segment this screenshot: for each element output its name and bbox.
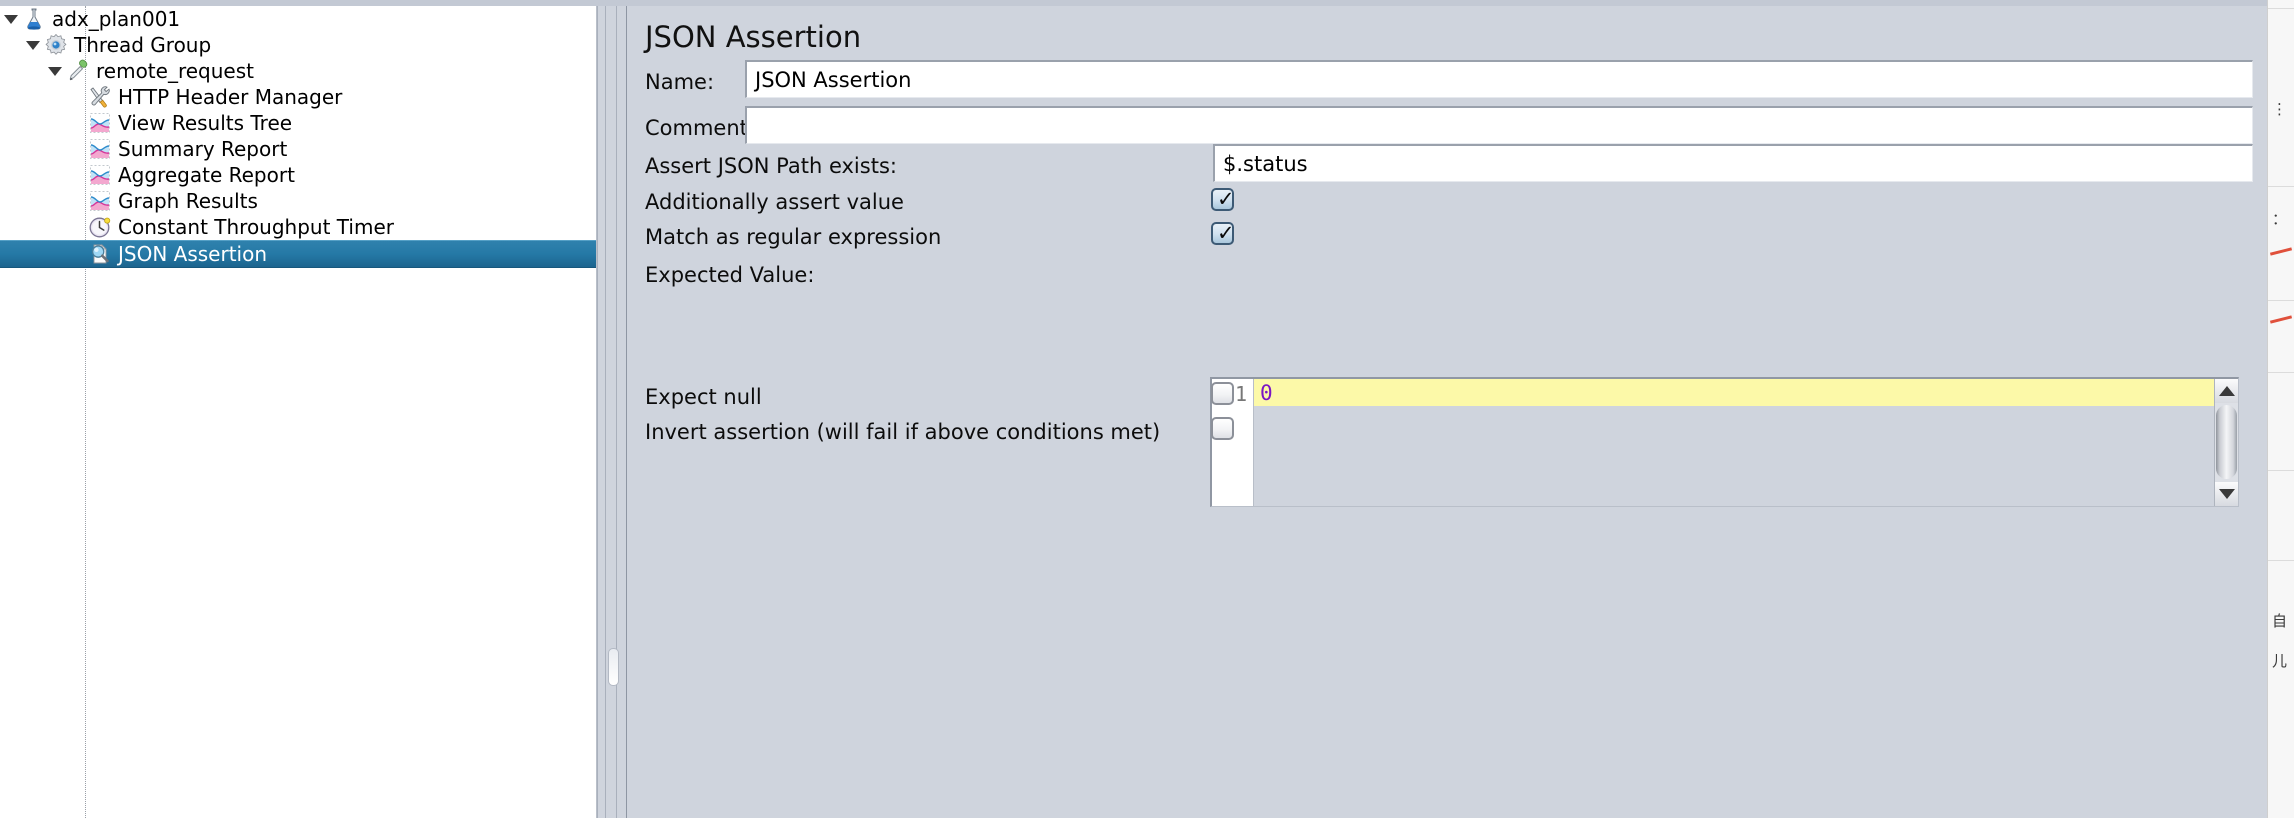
tree-node[interactable]: remote_request <box>0 58 596 84</box>
tree-node-label: HTTP Header Manager <box>118 85 343 109</box>
chart-icon <box>88 137 112 161</box>
tree-node[interactable]: adx_plan001 <box>0 6 596 32</box>
check-mark-icon: ✓ <box>1217 187 1235 211</box>
expect-null-label: Expect null <box>645 385 762 409</box>
assertion-editor-panel: JSON Assertion Name: JSON Assertion Comm… <box>626 6 2267 818</box>
tree-node-label: Thread Group <box>74 33 212 57</box>
tree-node-label: remote_request <box>96 59 254 83</box>
tree-node[interactable]: Graph Results <box>0 188 596 214</box>
json-path-input[interactable]: $.status <box>1213 144 2253 182</box>
tree-node-label: Constant Throughput Timer <box>118 215 394 239</box>
tree-node[interactable]: Aggregate Report <box>0 162 596 188</box>
flask-icon <box>22 7 46 31</box>
gear-icon <box>44 33 68 57</box>
magnifier-icon <box>88 242 112 266</box>
tree-node-label: Aggregate Report <box>118 163 295 187</box>
tree-node-label: Graph Results <box>118 189 258 213</box>
tree-node[interactable]: Thread Group <box>0 32 596 58</box>
pipette-icon <box>66 59 90 83</box>
chart-icon <box>88 189 112 213</box>
editor-text-area[interactable]: 0 <box>1254 379 2214 506</box>
match-regex-label: Match as regular expression <box>645 225 942 249</box>
chevron-down-icon[interactable] <box>48 66 62 76</box>
scroll-down-button[interactable] <box>2215 482 2238 506</box>
expected-value-editor[interactable]: 1 0 <box>1210 377 2239 507</box>
tree-node[interactable]: Constant Throughput Timer <box>0 214 596 240</box>
triangle-down-icon <box>2218 489 2235 499</box>
clock-icon <box>88 215 112 239</box>
splitter-line-right <box>616 6 617 818</box>
tree-node[interactable]: Summary Report <box>0 136 596 162</box>
triangle-up-icon <box>2218 386 2235 396</box>
jmeter-window: adx_plan001 Thread Group remote_request HTT… <box>0 0 2294 818</box>
panel-splitter[interactable] <box>597 6 627 818</box>
match-regex-checkbox[interactable]: ✓ <box>1211 221 1235 245</box>
test-plan-tree[interactable]: adx_plan001 Thread Group remote_request HTT… <box>0 6 597 818</box>
current-line-highlight <box>1254 379 2214 406</box>
line-number: 1 <box>1234 382 1247 406</box>
chart-icon <box>88 111 112 135</box>
tree-node-selected[interactable]: JSON Assertion <box>0 240 596 268</box>
chevron-down-icon[interactable] <box>4 14 18 24</box>
json-path-label: Assert JSON Path exists: <box>645 154 897 178</box>
name-label: Name: <box>645 70 715 94</box>
tree-node-label: View Results Tree <box>118 111 293 135</box>
additionally-assert-value-label: Additionally assert value <box>645 190 904 214</box>
chevron-down-icon[interactable] <box>26 40 40 50</box>
tools-icon <box>88 85 112 109</box>
expected-value-text: 0 <box>1260 381 1273 405</box>
tree-node-label: Summary Report <box>118 137 288 161</box>
check-mark-icon: ✓ <box>1217 221 1235 245</box>
expect-null-checkbox[interactable] <box>1211 382 1234 405</box>
expected-value-label: Expected Value: <box>645 263 815 287</box>
invert-assertion-checkbox[interactable] <box>1211 417 1234 440</box>
invert-assertion-label: Invert assertion (will fail if above con… <box>645 420 1161 444</box>
editor-vertical-scrollbar[interactable] <box>2214 379 2238 506</box>
page-title: JSON Assertion <box>645 20 862 54</box>
background-window-sliver: ⋮ ： 自 儿 <box>2267 0 2294 818</box>
scrollbar-thumb[interactable] <box>2216 405 2237 479</box>
chart-icon <box>88 163 112 187</box>
tree-node[interactable]: HTTP Header Manager <box>0 84 596 110</box>
scroll-up-button[interactable] <box>2215 379 2238 403</box>
tree-node-label: JSON Assertion <box>118 242 268 266</box>
splitter-grip-handle[interactable] <box>608 648 619 686</box>
tree-node-label: adx_plan001 <box>52 7 181 31</box>
comments-input[interactable] <box>745 106 2253 144</box>
additionally-assert-value-checkbox[interactable]: ✓ <box>1211 187 1235 211</box>
splitter-line-left <box>605 6 606 818</box>
tree-node[interactable]: View Results Tree <box>0 110 596 136</box>
name-input[interactable]: JSON Assertion <box>745 60 2253 98</box>
